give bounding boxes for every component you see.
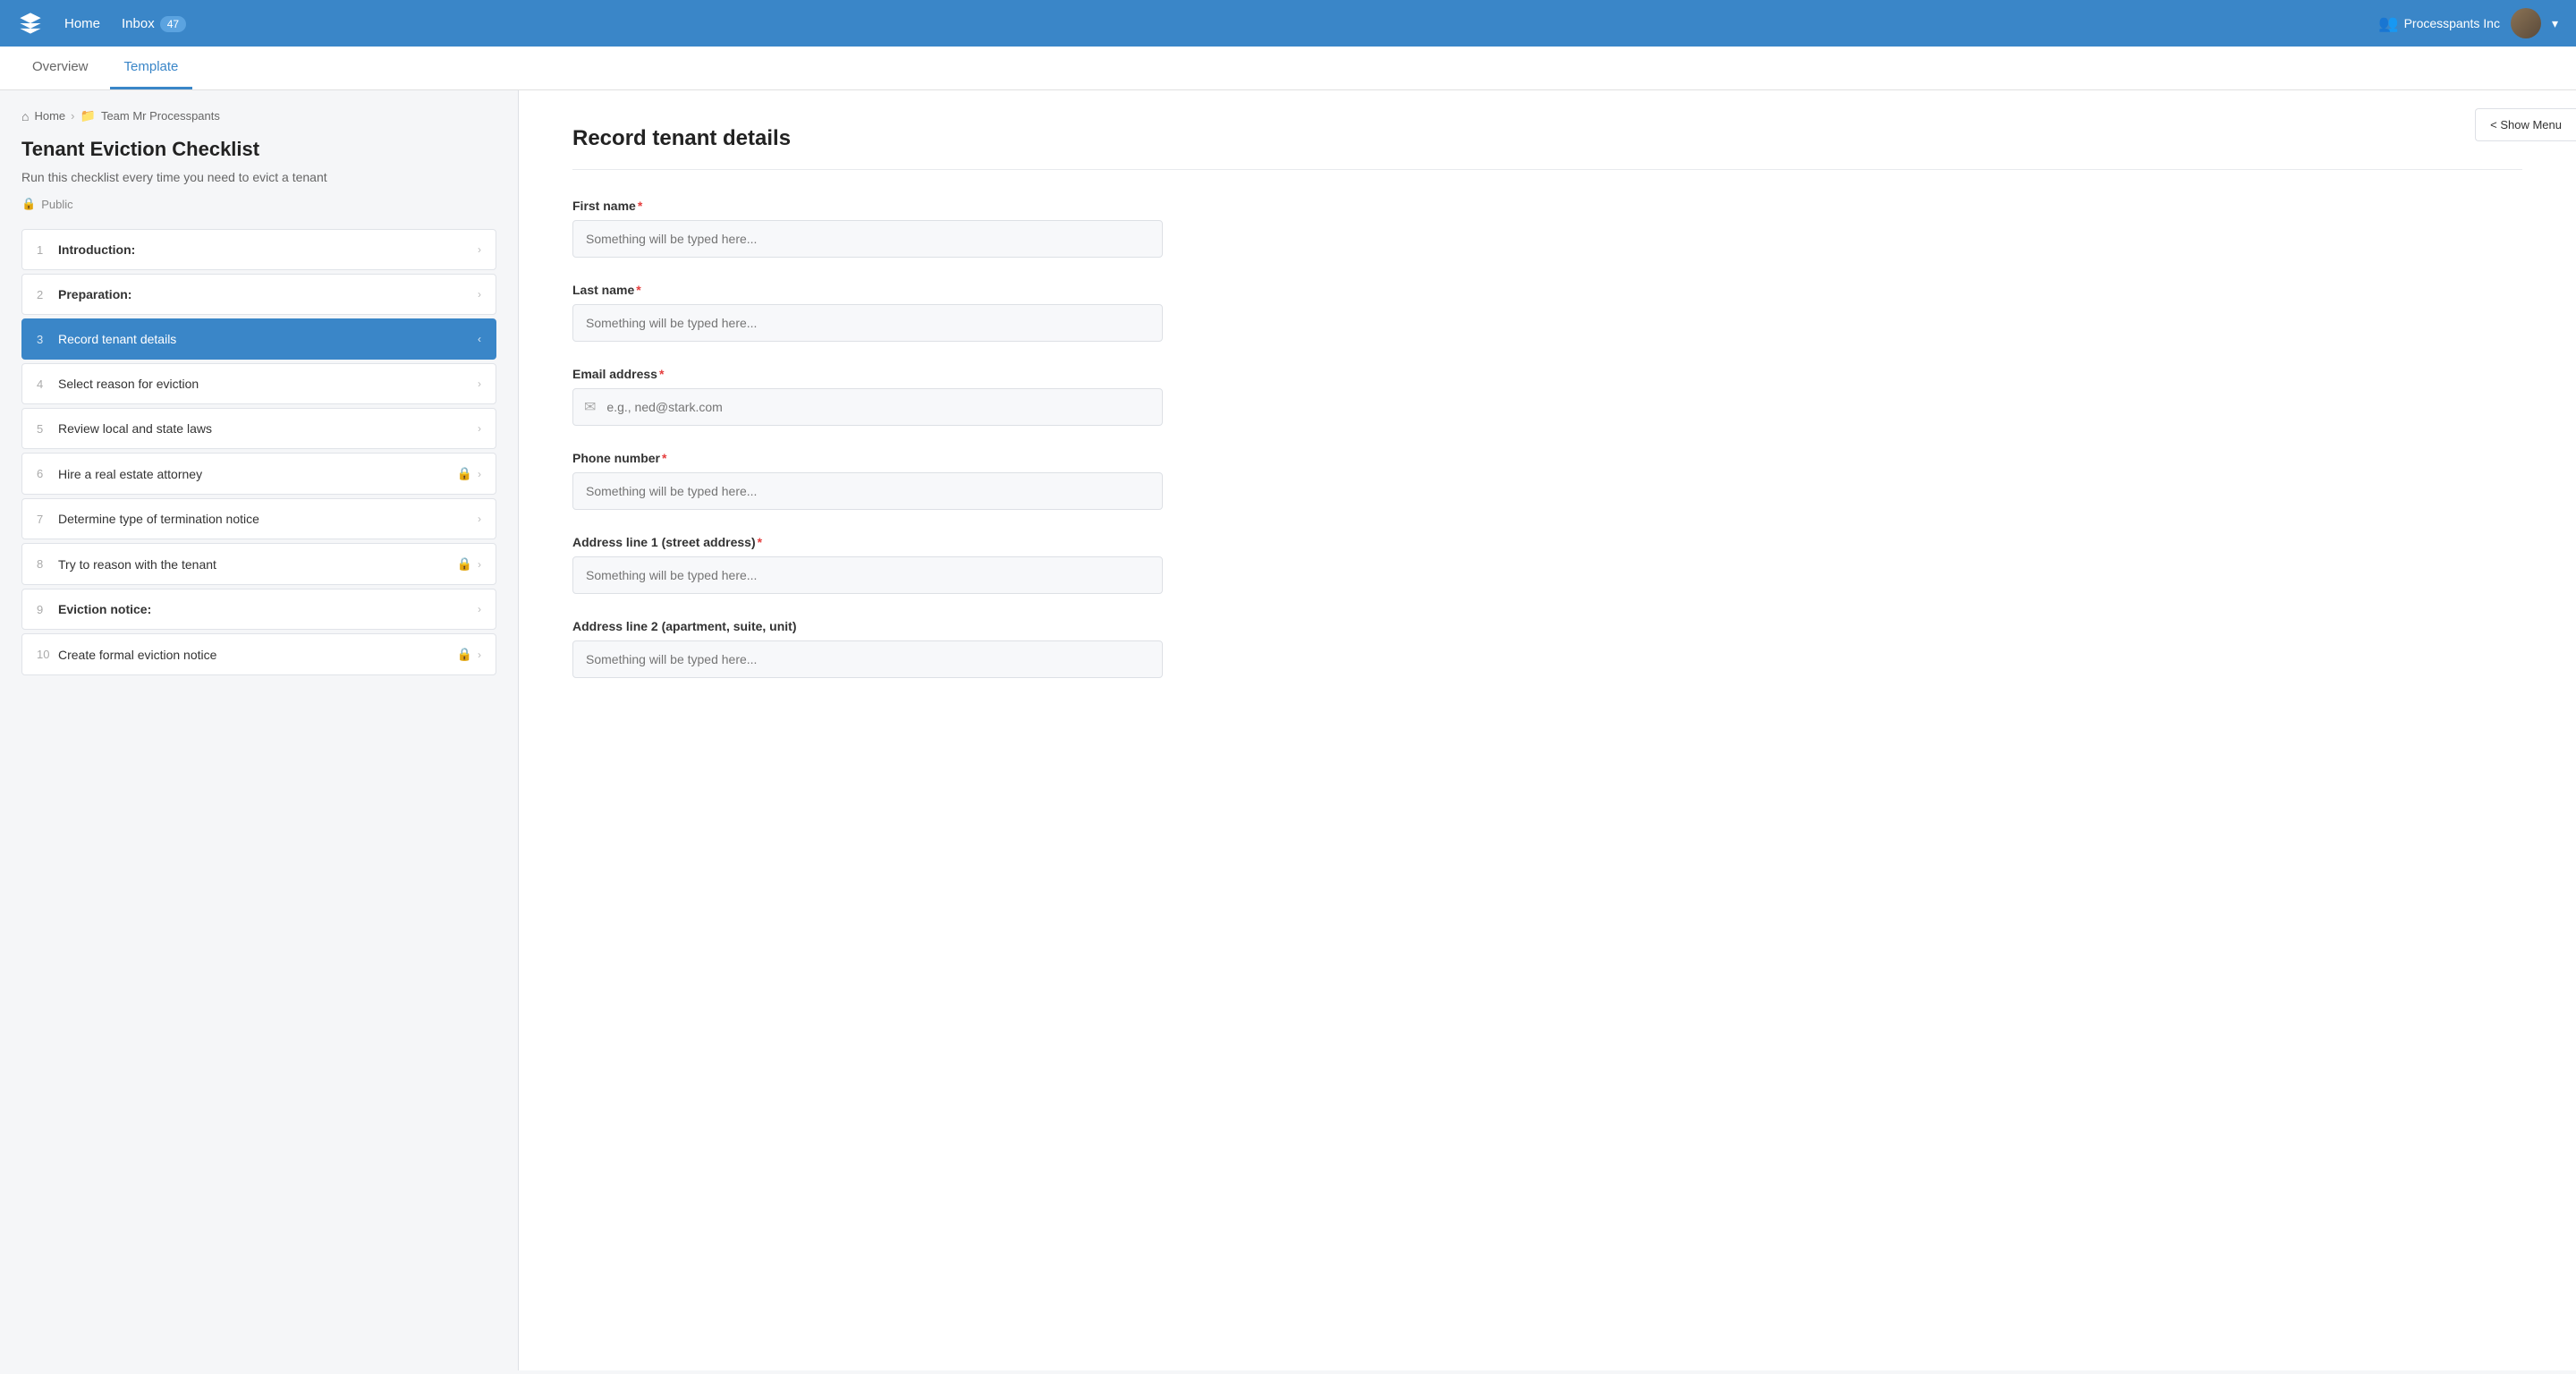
- tab-overview[interactable]: Overview: [18, 47, 103, 89]
- last-name-input[interactable]: [572, 304, 1163, 342]
- checklist-title: Tenant Eviction Checklist: [21, 138, 496, 161]
- breadcrumb-sep: ›: [71, 109, 74, 123]
- chevron-icon: ›: [478, 377, 481, 390]
- home-icon: ⌂: [21, 109, 29, 123]
- chevron-icon: ›: [478, 288, 481, 301]
- chevron-icon: ‹: [478, 333, 481, 345]
- first-name-input[interactable]: [572, 220, 1163, 258]
- app-logo: [18, 11, 43, 36]
- chevron-icon: ›: [478, 649, 481, 661]
- chevron-icon: ›: [478, 603, 481, 615]
- inbox-nav-link[interactable]: Inbox47: [122, 16, 186, 31]
- breadcrumb-home[interactable]: Home: [34, 109, 65, 123]
- visibility-label: Public: [41, 198, 72, 211]
- first-name-group: First name*: [572, 199, 2522, 258]
- main-layout: ⌂ Home › 📁 Team Mr Processpants Tenant E…: [0, 90, 2576, 1370]
- form-title: Record tenant details: [572, 126, 2522, 170]
- checklist-item-10[interactable]: 10 Create formal eviction notice 🔒 ›: [21, 633, 496, 675]
- checklist-item-1[interactable]: 1 Introduction: ›: [21, 229, 496, 270]
- top-navigation: Home Inbox47 👥 Processpants Inc ▾: [0, 0, 2576, 47]
- sidebar-meta: 🔒 Public: [21, 197, 496, 211]
- address1-group: Address line 1 (street address)*: [572, 535, 2522, 594]
- lock-icon: 🔒: [457, 556, 472, 572]
- checklist-item-8[interactable]: 8 Try to reason with the tenant 🔒 ›: [21, 543, 496, 585]
- home-nav-link[interactable]: Home: [64, 16, 100, 31]
- checklist-item-4[interactable]: 4 Select reason for eviction ›: [21, 363, 496, 404]
- address2-input[interactable]: [572, 640, 1163, 678]
- lock-icon: 🔒: [457, 466, 472, 481]
- content-area: < Show Menu Record tenant details First …: [519, 90, 2576, 1370]
- last-name-group: Last name*: [572, 283, 2522, 342]
- phone-input[interactable]: [572, 472, 1163, 510]
- chevron-icon: ›: [478, 422, 481, 435]
- address2-label: Address line 2 (apartment, suite, unit): [572, 619, 2522, 633]
- chevron-icon: ›: [478, 558, 481, 571]
- checklist-item-2[interactable]: 2 Preparation: ›: [21, 274, 496, 315]
- checklist-list: 1 Introduction: › 2 Preparation: › 3 Rec…: [21, 229, 496, 675]
- org-name: Processpants Inc: [2404, 16, 2500, 30]
- email-input[interactable]: [603, 389, 1151, 425]
- tab-template[interactable]: Template: [110, 47, 193, 89]
- breadcrumb-team[interactable]: Team Mr Processpants: [101, 109, 220, 123]
- breadcrumb: ⌂ Home › 📁 Team Mr Processpants: [21, 108, 496, 123]
- address1-input[interactable]: [572, 556, 1163, 594]
- checklist-item-9[interactable]: 9 Eviction notice: ›: [21, 589, 496, 630]
- address1-label: Address line 1 (street address)*: [572, 535, 2522, 549]
- last-name-label: Last name*: [572, 283, 2522, 297]
- user-menu: 👥 Processpants Inc ▾: [2378, 8, 2558, 38]
- email-label: Email address*: [572, 367, 2522, 381]
- avatar[interactable]: [2511, 8, 2541, 38]
- checklist-item-3[interactable]: 3 Record tenant details ‹: [21, 318, 496, 360]
- email-icon: ✉: [584, 398, 596, 416]
- email-group: Email address* ✉: [572, 367, 2522, 426]
- email-wrapper: ✉: [572, 388, 1163, 426]
- phone-label: Phone number*: [572, 451, 2522, 465]
- inbox-badge: 47: [160, 16, 186, 32]
- chevron-icon: ›: [478, 243, 481, 256]
- checklist-item-6[interactable]: 6 Hire a real estate attorney 🔒 ›: [21, 453, 496, 495]
- phone-group: Phone number*: [572, 451, 2522, 510]
- tabs-bar: Overview Template: [0, 47, 2576, 90]
- show-menu-button[interactable]: < Show Menu: [2475, 108, 2576, 141]
- user-menu-chevron[interactable]: ▾: [2552, 16, 2558, 31]
- sidebar: ⌂ Home › 📁 Team Mr Processpants Tenant E…: [0, 90, 519, 1370]
- checklist-description: Run this checklist every time you need t…: [21, 170, 496, 184]
- folder-icon: 📁: [80, 108, 96, 123]
- lock-icon: 🔒: [21, 197, 36, 211]
- address2-group: Address line 2 (apartment, suite, unit): [572, 619, 2522, 678]
- chevron-icon: ›: [478, 513, 481, 525]
- first-name-label: First name*: [572, 199, 2522, 213]
- chevron-icon: ›: [478, 468, 481, 480]
- checklist-item-5[interactable]: 5 Review local and state laws ›: [21, 408, 496, 449]
- lock-icon: 🔒: [457, 647, 472, 662]
- checklist-item-7[interactable]: 7 Determine type of termination notice ›: [21, 498, 496, 539]
